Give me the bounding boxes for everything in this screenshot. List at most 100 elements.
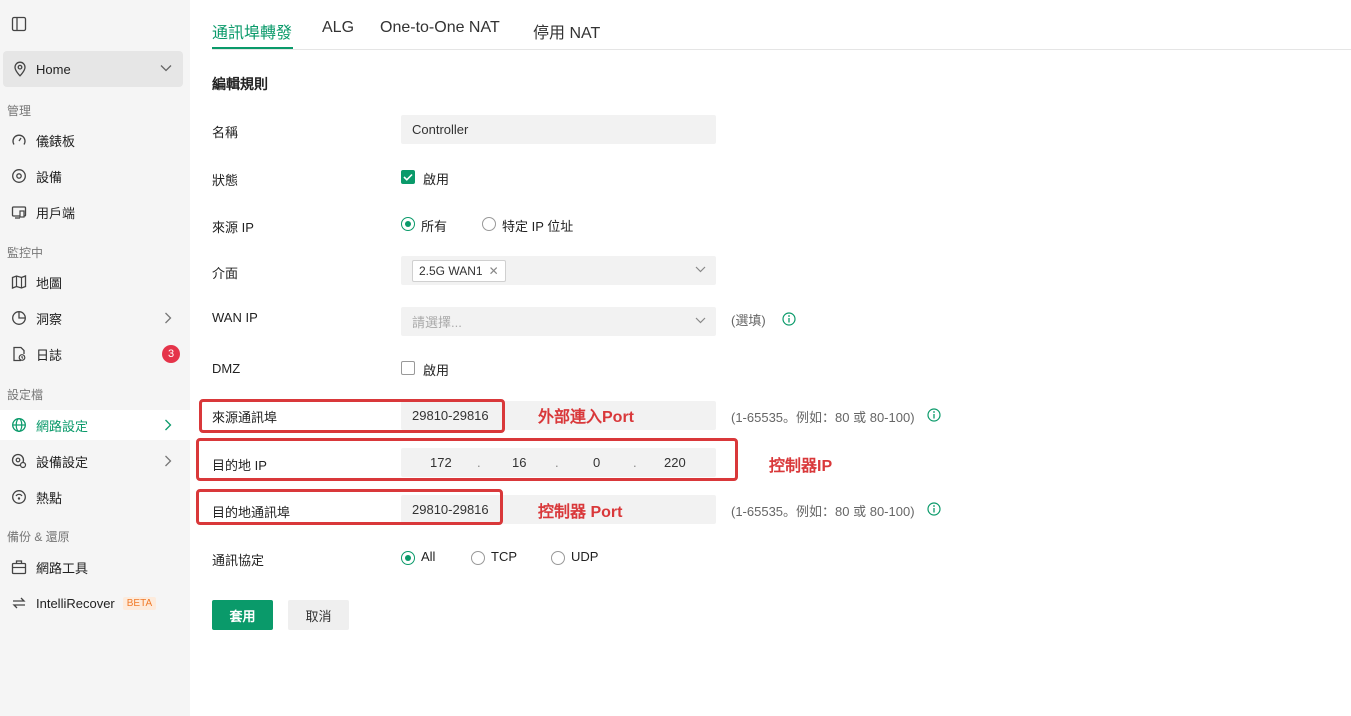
dmz-enable-label: 啟用: [423, 363, 450, 378]
sidebar-item-insights[interactable]: 洞察: [0, 303, 190, 333]
sidebar-item-devices[interactable]: 設備: [0, 161, 190, 191]
site-selector-label: Home: [36, 61, 71, 77]
recover-icon: [11, 595, 27, 611]
sidebar-item-device-settings[interactable]: 設備設定: [0, 446, 190, 476]
source-ip-specific-label: 特定 IP 位址: [502, 219, 574, 234]
wan-ip-placeholder: 請選擇...: [412, 315, 462, 330]
sidebar-item-label: 網路工具: [36, 560, 89, 576]
protocol-udp-radio[interactable]: [551, 551, 565, 565]
sidebar-item-dashboard[interactable]: 儀錶板: [0, 125, 190, 155]
sidebar: Home 管理 儀錶板 設備 用戶端 監控中 地圖 洞察 日誌 3 設定檔 網路…: [0, 0, 190, 716]
map-icon: [11, 274, 27, 290]
section-monitor: 監控中: [7, 246, 44, 260]
dmz-enable-checkbox[interactable]: [401, 361, 415, 375]
info-icon[interactable]: [782, 312, 796, 326]
log-icon: [11, 346, 27, 362]
chevron-right-icon: [164, 312, 172, 324]
status-enable-label: 啟用: [423, 172, 450, 187]
protocol-all-label: All: [421, 549, 436, 564]
device-icon: [11, 168, 27, 184]
beta-badge: BETA: [122, 596, 157, 610]
dest-ip-callout-text: 控制器IP: [769, 458, 833, 475]
sidebar-item-label: 洞察: [36, 311, 63, 327]
source-port-hint: (1-65535。例如：80 或 80-100): [731, 410, 915, 425]
sidebar-item-label: 網路設定: [36, 418, 89, 434]
sidebar-toggle-icon[interactable]: [11, 16, 27, 32]
section-profiles: 設定檔: [7, 388, 44, 402]
interface-select[interactable]: 2.5G WAN1 ✕: [401, 256, 716, 285]
protocol-tcp-radio[interactable]: [471, 551, 485, 565]
dest-port-callout-box: [196, 489, 503, 525]
sidebar-item-label: IntelliRecover: [36, 595, 115, 611]
info-icon[interactable]: [927, 408, 941, 422]
wan-ip-select[interactable]: 請選擇...: [401, 307, 716, 336]
dest-port-callout-text: 控制器 Port: [538, 504, 623, 521]
location-pin-icon: [13, 61, 27, 77]
remove-chip-icon[interactable]: ✕: [489, 264, 499, 278]
dest-ip-callout-box: [196, 438, 738, 481]
interface-label: 介面: [212, 266, 239, 281]
toolbox-icon: [11, 559, 27, 575]
chevron-right-icon: [164, 455, 172, 467]
status-label: 狀態: [212, 173, 239, 188]
chevron-right-icon: [164, 419, 172, 431]
hotspot-icon: [11, 489, 27, 505]
tab-alg[interactable]: ALG: [322, 19, 354, 37]
dmz-label: DMZ: [212, 361, 241, 376]
wan-ip-label: WAN IP: [212, 310, 258, 325]
active-tab-indicator: [212, 47, 293, 49]
status-enable-checkbox[interactable]: [401, 170, 415, 184]
name-input[interactable]: Controller: [401, 115, 716, 144]
checkmark-icon: [403, 173, 413, 181]
sidebar-item-clients[interactable]: 用戶端: [0, 197, 190, 227]
sidebar-item-map[interactable]: 地圖: [0, 267, 190, 297]
sidebar-item-label: 地圖: [36, 275, 63, 291]
source-ip-label: 來源 IP: [212, 220, 254, 235]
interface-chip-label: 2.5G WAN1: [419, 263, 483, 278]
cancel-button[interactable]: 取消: [288, 600, 349, 630]
sidebar-item-network-settings[interactable]: 網路設定: [0, 410, 190, 440]
section-manage: 管理: [7, 104, 32, 118]
tab-disable-nat[interactable]: 停用 NAT: [533, 19, 600, 43]
protocol-all-radio[interactable]: [401, 551, 415, 565]
chevron-down-icon: [695, 266, 706, 273]
gauge-icon: [11, 132, 27, 148]
sidebar-item-label: 設備: [36, 169, 63, 185]
source-port-callout-text: 外部連入Port: [538, 409, 635, 426]
sidebar-item-label: 用戶端: [36, 205, 76, 221]
chevron-down-icon: [695, 317, 706, 324]
dest-port-hint: (1-65535。例如：80 或 80-100): [731, 504, 915, 519]
tab-bar: 通訊埠轉發 ALG One-to-One NAT 停用 NAT: [212, 0, 1351, 50]
source-port-callout-box: [199, 399, 505, 433]
page-title: 編輯規則: [212, 76, 268, 92]
sidebar-item-logs[interactable]: 日誌 3: [0, 339, 190, 369]
source-ip-all-label: 所有: [421, 219, 448, 234]
pie-chart-icon: [11, 310, 27, 326]
sidebar-item-label: 設備設定: [36, 454, 89, 470]
sidebar-item-intellirecover[interactable]: IntelliRecover BETA: [0, 588, 190, 618]
tab-port-forwarding[interactable]: 通訊埠轉發: [212, 19, 292, 43]
protocol-udp-label: UDP: [571, 549, 599, 564]
globe-icon: [11, 417, 27, 433]
source-ip-all-radio[interactable]: [401, 217, 415, 231]
sidebar-item-label: 熱點: [36, 490, 63, 506]
sidebar-item-label: 日誌: [36, 347, 63, 363]
device-settings-icon: [11, 453, 27, 469]
name-label: 名稱: [212, 125, 239, 140]
sidebar-item-network-tools[interactable]: 網路工具: [0, 552, 190, 582]
site-selector[interactable]: Home: [3, 51, 183, 87]
protocol-tcp-label: TCP: [491, 549, 517, 564]
section-backup: 備份 & 還原: [7, 530, 70, 544]
chevron-down-icon: [160, 64, 172, 72]
interface-chip: 2.5G WAN1 ✕: [412, 259, 506, 282]
protocol-label: 通訊協定: [212, 553, 265, 568]
sidebar-item-label: 儀錶板: [36, 133, 76, 149]
source-ip-specific-radio[interactable]: [482, 217, 496, 231]
logs-count-badge: 3: [162, 345, 180, 363]
wan-ip-optional-hint: (選填): [731, 313, 766, 328]
sidebar-item-hotspot[interactable]: 熱點: [0, 482, 190, 512]
apply-button[interactable]: 套用: [212, 600, 273, 630]
info-icon[interactable]: [927, 502, 941, 516]
clients-icon: [11, 204, 27, 220]
tab-one-to-one-nat[interactable]: One-to-One NAT: [380, 19, 500, 37]
